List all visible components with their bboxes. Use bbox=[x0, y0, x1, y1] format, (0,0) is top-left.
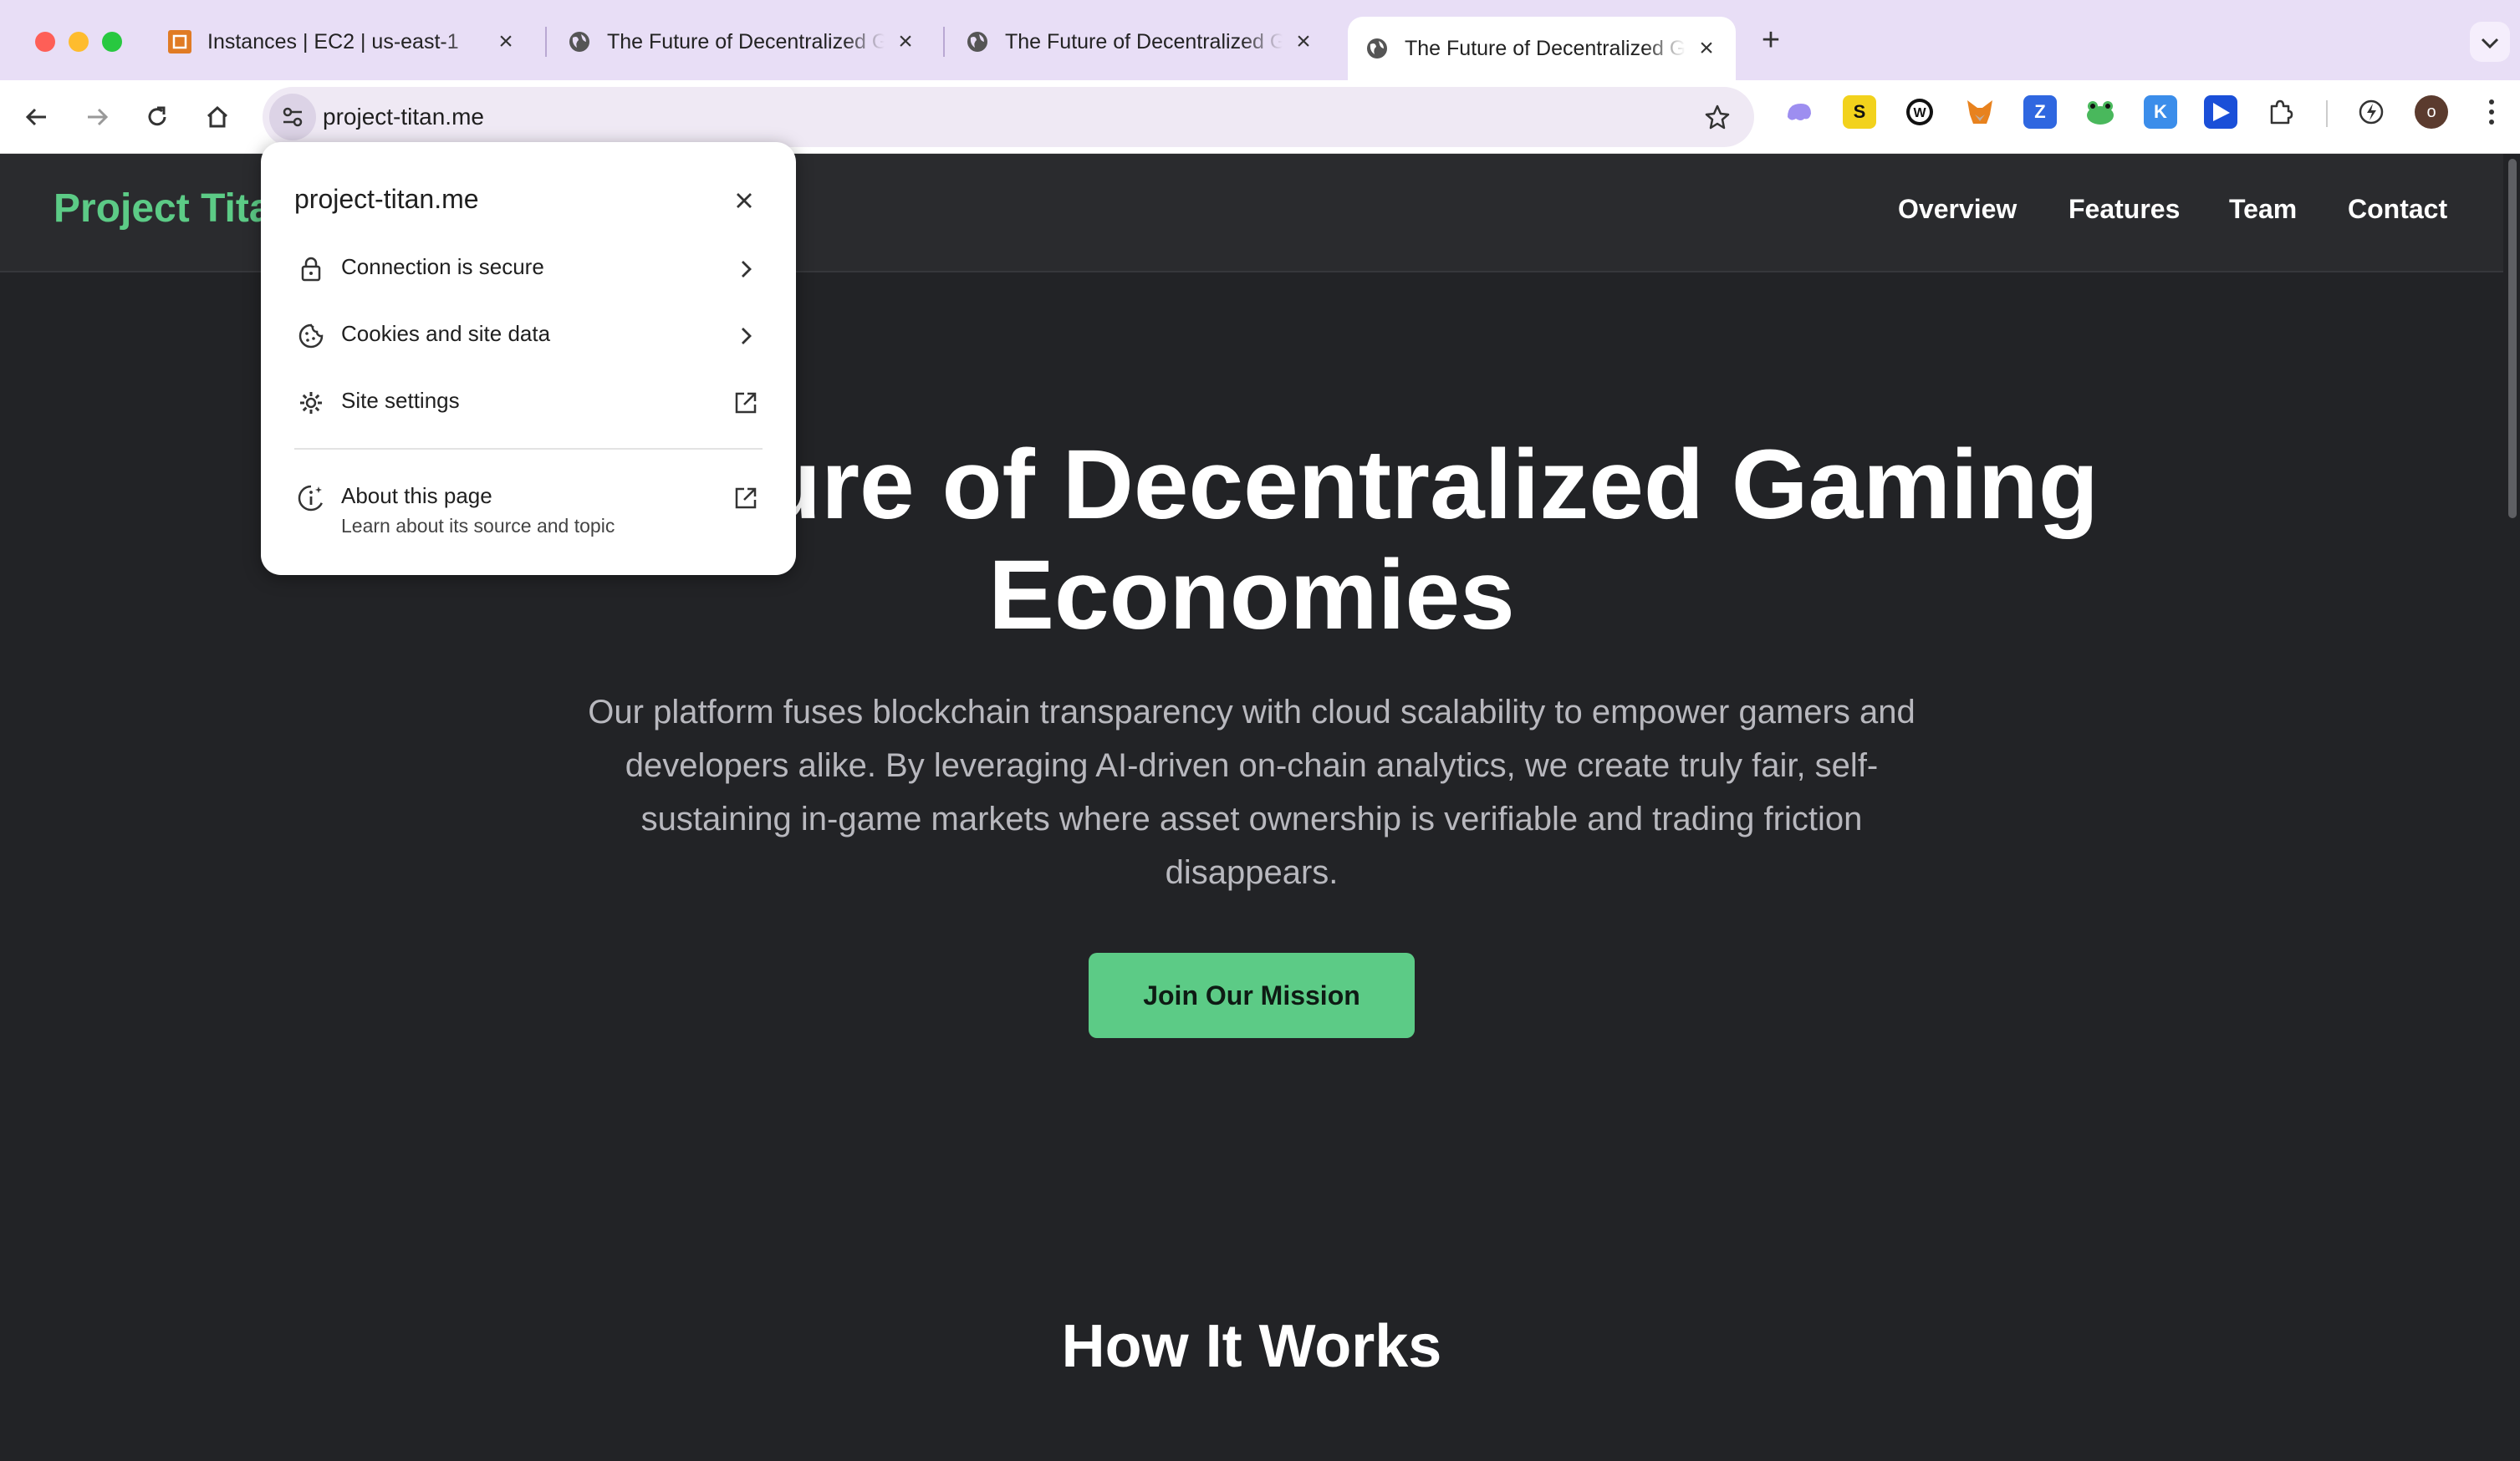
reload-icon bbox=[148, 106, 166, 126]
tune-icon bbox=[283, 107, 303, 127]
about-this-page-label: About this page bbox=[341, 483, 492, 508]
arrow-right-icon bbox=[88, 108, 109, 126]
profile-avatar[interactable]: o bbox=[2415, 95, 2448, 129]
address-bar[interactable]: project-titan.me bbox=[263, 87, 1754, 147]
site-info-button[interactable] bbox=[269, 94, 316, 140]
arrow-left-icon bbox=[25, 108, 46, 126]
svg-text:W: W bbox=[1913, 106, 1926, 120]
how-it-works-heading: How It Works bbox=[1061, 1313, 1442, 1380]
nav-link-overview[interactable]: Overview bbox=[1898, 194, 2017, 225]
gear-icon bbox=[294, 386, 328, 420]
window-minimize-button[interactable] bbox=[69, 32, 89, 52]
k-extension-icon[interactable]: K bbox=[2144, 95, 2177, 129]
close-icon[interactable]: × bbox=[1694, 36, 1719, 61]
performance-icon[interactable] bbox=[2354, 95, 2388, 129]
url-text[interactable]: project-titan.me bbox=[323, 87, 484, 147]
scrollbar-thumb[interactable] bbox=[2508, 159, 2517, 518]
site-settings-item[interactable]: Site settings bbox=[261, 369, 796, 436]
ghost-extension-icon[interactable] bbox=[1783, 95, 1816, 129]
frog-extension-icon[interactable] bbox=[2084, 95, 2117, 129]
site-logo[interactable]: Project Titan bbox=[54, 186, 296, 232]
chevron-down-icon bbox=[2481, 38, 2499, 49]
close-icon[interactable]: × bbox=[893, 29, 918, 54]
hero-description: Our platform fuses blockchain transparen… bbox=[588, 694, 1916, 891]
external-link-icon bbox=[729, 481, 763, 515]
join-our-mission-button[interactable]: Join Our Mission bbox=[1089, 953, 1415, 1038]
tab-separator bbox=[545, 27, 547, 57]
chevron-right-icon bbox=[729, 319, 763, 353]
z-extension-icon[interactable]: Z bbox=[2023, 95, 2057, 129]
popup-domain: project-titan.me bbox=[294, 184, 479, 214]
nav-link-contact[interactable]: Contact bbox=[2348, 194, 2447, 225]
chevron-right-icon bbox=[729, 252, 763, 286]
external-link-icon bbox=[729, 386, 763, 420]
page-scrollbar[interactable] bbox=[2503, 154, 2520, 1461]
tab-decentralized-gaming-active[interactable]: The Future of Decentralized Gaming Econo… bbox=[1348, 17, 1736, 80]
site-info-popup: project-titan.me Connection is secure Co… bbox=[261, 142, 796, 575]
about-this-page-item[interactable]: About this page Learn about its source a… bbox=[261, 465, 796, 552]
info-icon bbox=[294, 481, 328, 515]
lock-icon bbox=[294, 252, 328, 286]
cookies-site-data-label: Cookies and site data bbox=[341, 321, 551, 346]
popup-divider bbox=[294, 448, 763, 450]
home-button[interactable] bbox=[197, 97, 237, 137]
globe-icon bbox=[965, 29, 990, 54]
tab-ec2-instances[interactable]: Instances | EC2 | us-east-1 × bbox=[150, 17, 535, 67]
close-icon[interactable]: × bbox=[1291, 29, 1316, 54]
connection-secure-label: Connection is secure bbox=[341, 254, 544, 279]
browser-menu-button[interactable] bbox=[2477, 95, 2507, 129]
tab-title: The Future of Decentralized Gaming Econo… bbox=[1005, 29, 1283, 53]
tab-title: The Future of Decentralized Gaming Econo… bbox=[607, 29, 885, 53]
nav-link-features[interactable]: Features bbox=[2069, 194, 2180, 225]
close-icon[interactable]: × bbox=[493, 29, 518, 54]
flag-extension-icon[interactable] bbox=[2204, 95, 2237, 129]
window-close-button[interactable] bbox=[35, 32, 55, 52]
window-zoom-button[interactable] bbox=[102, 32, 122, 52]
wordpress-extension-icon[interactable]: W bbox=[1903, 95, 1936, 129]
popup-close-button[interactable] bbox=[727, 184, 761, 217]
tab-title: The Future of Decentralized Gaming Econo… bbox=[1405, 36, 1686, 60]
globe-icon bbox=[567, 29, 592, 54]
close-icon bbox=[737, 193, 752, 208]
globe-icon bbox=[1365, 36, 1390, 61]
tab-search-button[interactable] bbox=[2470, 22, 2510, 62]
cookies-site-data-item[interactable]: Cookies and site data bbox=[261, 303, 796, 369]
star-icon bbox=[1705, 104, 1730, 130]
tab-decentralized-gaming-1[interactable]: The Future of Decentralized Gaming Econo… bbox=[550, 17, 935, 67]
tab-strip: Instances | EC2 | us-east-1 × The Future… bbox=[0, 0, 2520, 80]
site-settings-label: Site settings bbox=[341, 388, 460, 413]
reload-button[interactable] bbox=[137, 97, 177, 137]
forward-button[interactable] bbox=[77, 97, 117, 137]
tab-separator bbox=[943, 27, 945, 57]
about-this-page-sublabel: Learn about its source and topic bbox=[341, 515, 615, 537]
s-extension-icon[interactable]: S bbox=[1843, 95, 1876, 129]
home-icon bbox=[207, 105, 228, 128]
metamask-extension-icon[interactable] bbox=[1963, 95, 1997, 129]
toolbar-separator bbox=[2326, 100, 2328, 127]
nav-link-team[interactable]: Team bbox=[2229, 194, 2297, 225]
puzzle-icon[interactable] bbox=[2264, 95, 2298, 129]
tab-title: Instances | EC2 | us-east-1 bbox=[207, 29, 459, 53]
bookmark-star-button[interactable] bbox=[1701, 100, 1734, 134]
tab-decentralized-gaming-2[interactable]: The Future of Decentralized Gaming Econo… bbox=[948, 17, 1333, 67]
aws-ec2-icon bbox=[167, 29, 192, 54]
new-tab-button[interactable]: + bbox=[1754, 23, 1788, 57]
back-button[interactable] bbox=[17, 97, 57, 137]
connection-secure-item[interactable]: Connection is secure bbox=[261, 236, 796, 303]
cookie-icon bbox=[294, 319, 328, 353]
